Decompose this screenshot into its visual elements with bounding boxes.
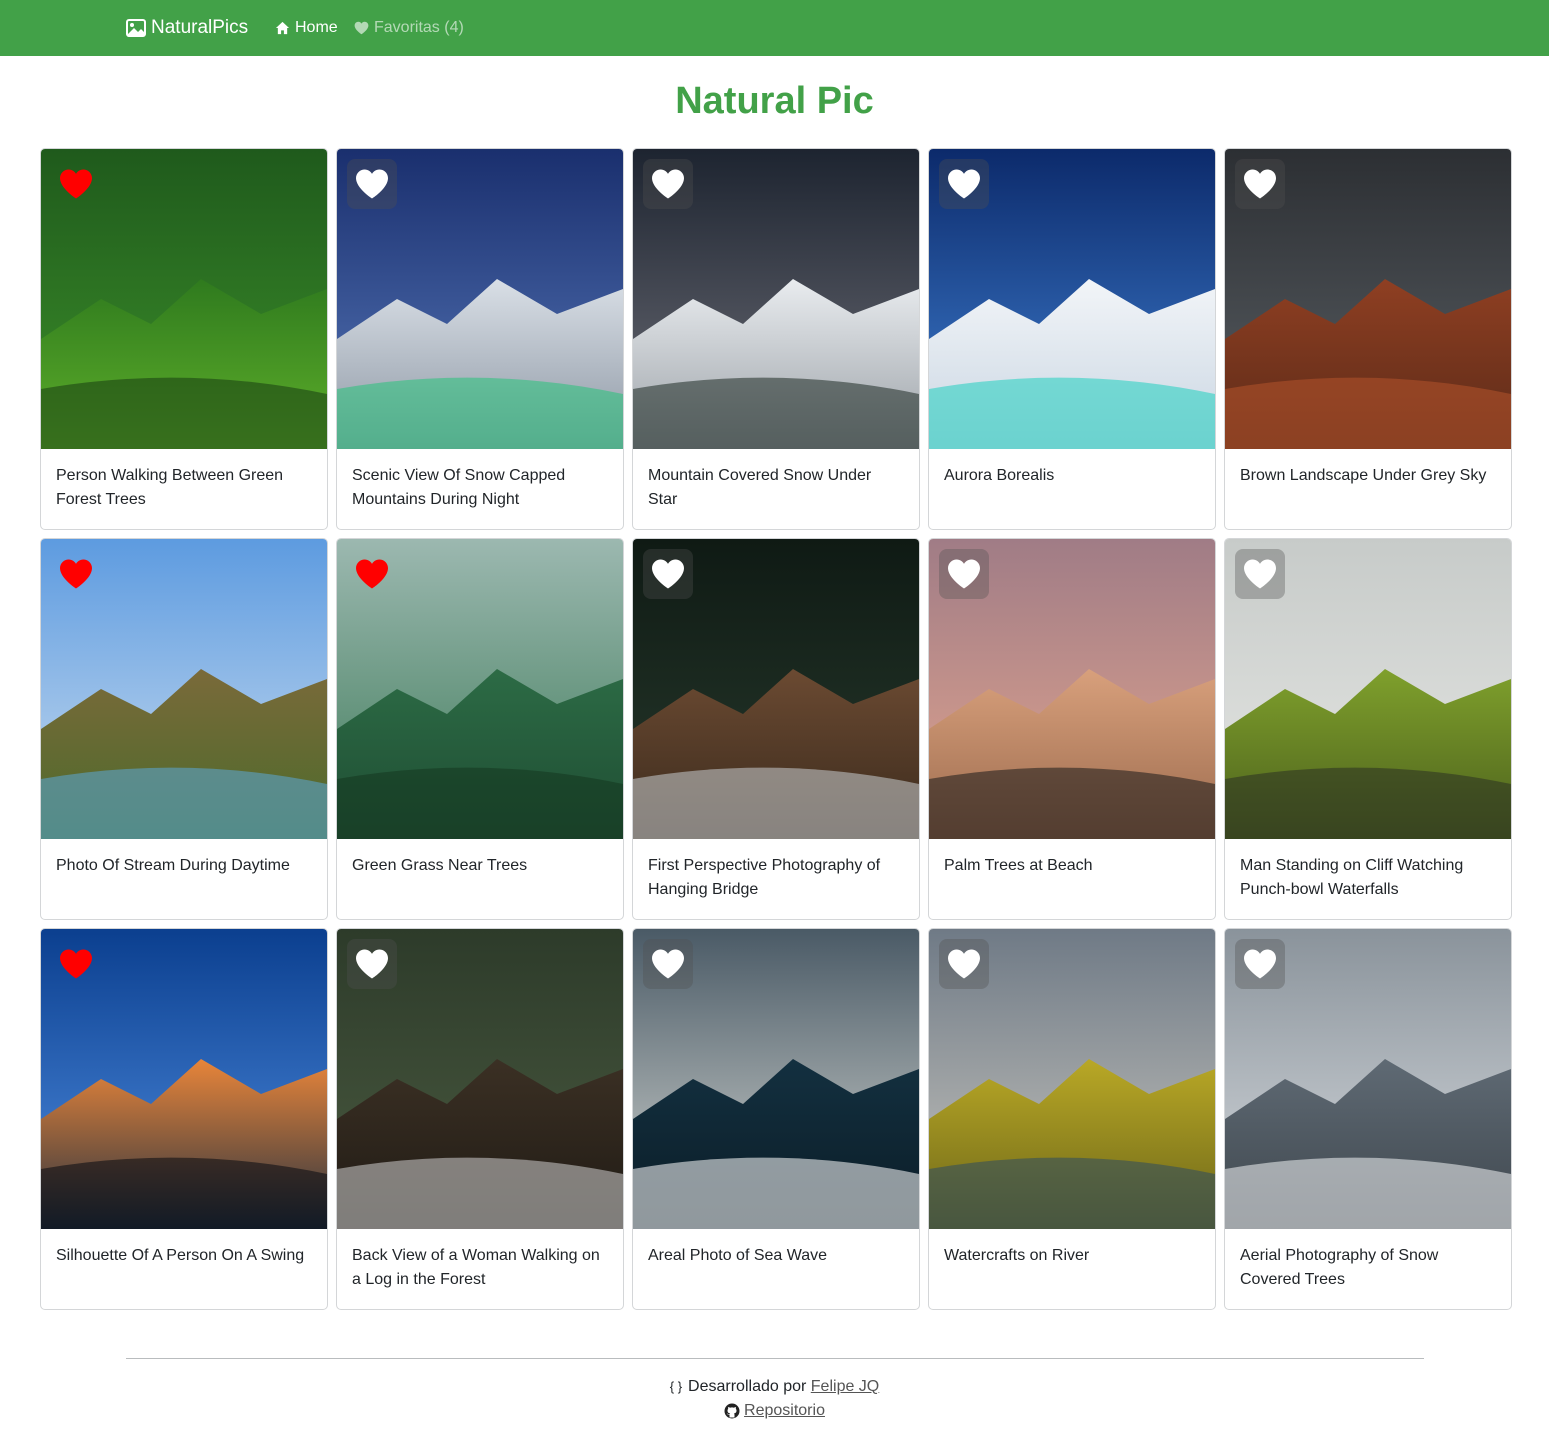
- favorite-toggle[interactable]: [347, 159, 397, 209]
- photo-card: Palm Trees at Beach: [928, 538, 1216, 920]
- developed-by-text: Desarrollado por: [688, 1378, 807, 1395]
- favorite-toggle[interactable]: [643, 939, 693, 989]
- photo-title: Areal Photo of Sea Wave: [648, 1247, 828, 1264]
- image-icon: [126, 19, 146, 37]
- heart-icon: [354, 21, 369, 35]
- photo-card: Man Standing on Cliff Watching Punch-bow…: [1224, 538, 1512, 920]
- heart-icon: [356, 559, 388, 589]
- favorite-toggle[interactable]: [939, 549, 989, 599]
- heart-icon: [60, 559, 92, 589]
- photo-card: Green Grass Near Trees: [336, 538, 624, 920]
- favorite-toggle[interactable]: [347, 549, 397, 599]
- author-link[interactable]: Felipe JQ: [811, 1376, 879, 1398]
- heart-icon: [948, 949, 980, 979]
- photo-title: Brown Landscape Under Grey Sky: [1240, 467, 1487, 484]
- favorite-toggle[interactable]: [1235, 159, 1285, 209]
- photo-card: Mountain Covered Snow Under Star: [632, 148, 920, 530]
- photo-title: First Perspective Photography of Hanging…: [648, 857, 881, 898]
- favorite-toggle[interactable]: [643, 549, 693, 599]
- footer-divider: [126, 1358, 1424, 1359]
- nav-favorites-label: Favoritas (4): [374, 19, 464, 36]
- photo-title: Palm Trees at Beach: [944, 857, 1093, 874]
- photo-title: Mountain Covered Snow Under Star: [648, 467, 872, 508]
- photo-title: Scenic View Of Snow Capped Mountains Dur…: [352, 467, 566, 508]
- heart-icon: [60, 169, 92, 199]
- photo-title: Aerial Photography of Snow Covered Trees: [1240, 1247, 1439, 1288]
- brand-link[interactable]: NaturalPics: [126, 15, 248, 41]
- photo-card: Scenic View Of Snow Capped Mountains Dur…: [336, 148, 624, 530]
- photo-title: Back View of a Woman Walking on a Log in…: [352, 1247, 600, 1288]
- photo-title: Silhouette Of A Person On A Swing: [56, 1247, 305, 1264]
- favorite-toggle[interactable]: [939, 159, 989, 209]
- nav-home[interactable]: Home: [275, 17, 338, 39]
- photo-title: Photo Of Stream During Daytime: [56, 857, 290, 874]
- github-icon: [724, 1403, 740, 1419]
- photo-card: First Perspective Photography of Hanging…: [632, 538, 920, 920]
- favorite-toggle[interactable]: [1235, 549, 1285, 599]
- code-icon: { }: [669, 1379, 683, 1394]
- page-title: Natural Pic: [675, 80, 874, 122]
- favorite-toggle[interactable]: [643, 159, 693, 209]
- heart-icon: [60, 949, 92, 979]
- house-icon: [275, 21, 290, 35]
- heart-icon: [948, 559, 980, 589]
- heart-icon: [356, 169, 388, 199]
- heart-icon: [652, 169, 684, 199]
- heart-icon: [356, 949, 388, 979]
- heart-icon: [1244, 559, 1276, 589]
- photo-card: Person Walking Between Green Forest Tree…: [40, 148, 328, 530]
- brand-name: NaturalPics: [151, 17, 249, 38]
- nav-home-label: Home: [295, 19, 338, 36]
- photo-title: Green Grass Near Trees: [352, 857, 528, 874]
- favorite-toggle[interactable]: [939, 939, 989, 989]
- photo-card: Silhouette Of A Person On A Swing: [40, 928, 328, 1310]
- photo-title: Aurora Borealis: [944, 467, 1055, 484]
- photo-card: Back View of a Woman Walking on a Log in…: [336, 928, 624, 1310]
- heart-icon: [1244, 949, 1276, 979]
- heart-icon: [948, 169, 980, 199]
- navbar: NaturalPics Home Favoritas (4): [0, 0, 1549, 56]
- favorite-toggle[interactable]: [1235, 939, 1285, 989]
- repository-link[interactable]: Repositorio: [744, 1400, 825, 1422]
- footer-repo: Repositorio: [0, 1400, 1549, 1422]
- favorite-toggle[interactable]: [51, 549, 101, 599]
- heart-icon: [1244, 169, 1276, 199]
- heart-icon: [652, 949, 684, 979]
- photo-card: Aerial Photography of Snow Covered Trees: [1224, 928, 1512, 1310]
- photo-title: Man Standing on Cliff Watching Punch-bow…: [1240, 857, 1464, 898]
- favorite-toggle[interactable]: [51, 939, 101, 989]
- photo-title: Watercrafts on River: [944, 1247, 1090, 1264]
- photo-card: Areal Photo of Sea Wave: [632, 928, 920, 1310]
- favorite-toggle[interactable]: [51, 159, 101, 209]
- footer-credits: { } Desarrollado por Felipe JQ: [0, 1376, 1549, 1398]
- favorite-toggle[interactable]: [347, 939, 397, 989]
- photo-title: Person Walking Between Green Forest Tree…: [56, 467, 284, 508]
- photo-card: Brown Landscape Under Grey Sky: [1224, 148, 1512, 530]
- photo-card: Watercrafts on River: [928, 928, 1216, 1310]
- photo-card: Photo Of Stream During Daytime: [40, 538, 328, 920]
- heart-icon: [652, 559, 684, 589]
- photo-card: Aurora Borealis: [928, 148, 1216, 530]
- nav-favorites[interactable]: Favoritas (4): [354, 17, 464, 39]
